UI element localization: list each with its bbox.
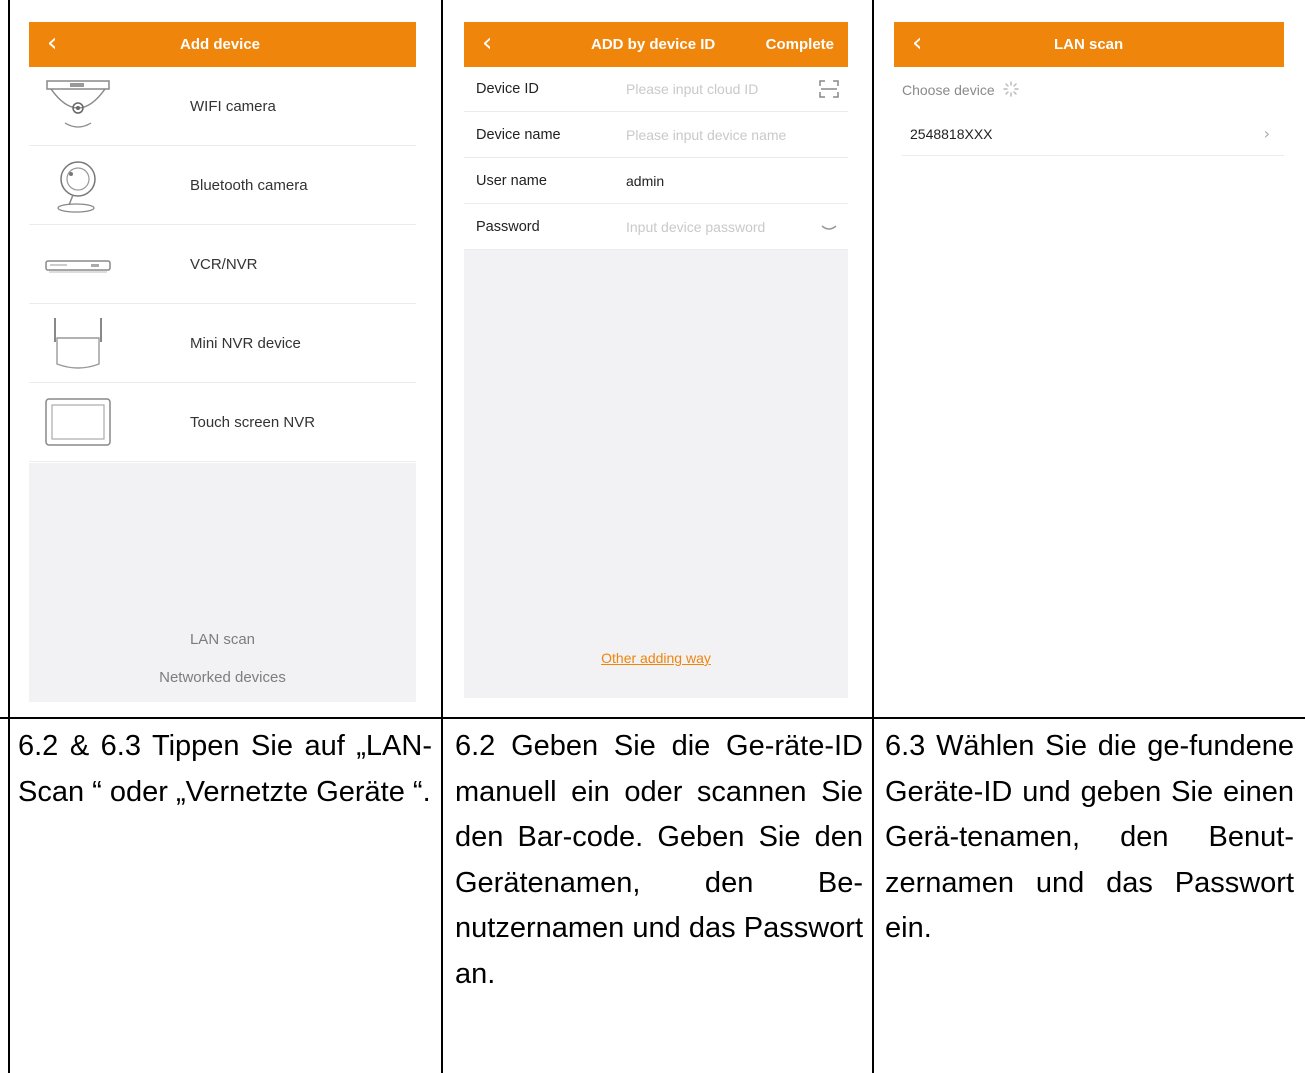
mini-nvr-icon (54, 318, 102, 369)
wifi-camera-icon (46, 80, 110, 128)
touch-screen-nvr-icon (45, 398, 111, 446)
device-type-item[interactable]: Bluetooth camera (29, 146, 416, 225)
user-name-label: User name (476, 173, 547, 189)
password-label: Password (476, 219, 540, 235)
choose-device-label: Choose device (902, 82, 995, 98)
device-type-label: VCR/NVR (190, 256, 258, 273)
bluetooth-camera-icon (57, 161, 96, 213)
device-name-field[interactable]: Please input device name (626, 112, 786, 158)
chevron-left-icon[interactable]: ‹ (912, 28, 922, 58)
password-row: Password Input device password (464, 204, 848, 250)
add-device-header: ‹ Add device (29, 22, 416, 67)
complete-button[interactable]: Complete (766, 22, 834, 67)
add-device-footer-area: LAN scan Networked devices (29, 463, 416, 702)
caption-left: 6.2 & 6.3 Tippen Sie auf „LAN-Scan “ ode… (18, 730, 432, 808)
caption-middle: 6.2 Geben Sie die Ge-räte-ID manuell ein… (455, 730, 863, 990)
lan-scan-screen: ‹ LAN scan Choose device 2548818XXX › (894, 22, 1284, 698)
choose-device-row: Choose device (902, 78, 1019, 102)
device-type-item[interactable]: WIFI camera (29, 67, 416, 146)
device-type-label: Bluetooth camera (190, 177, 308, 194)
device-id-field[interactable]: Please input cloud ID (626, 66, 758, 112)
device-type-label: Mini NVR device (190, 335, 301, 352)
lan-scan-header: ‹ LAN scan (894, 22, 1284, 67)
spinner-icon (1003, 81, 1019, 97)
add-by-id-body: Other adding way (464, 250, 848, 698)
page-title: Add device (180, 36, 261, 53)
add-by-id-header: ‹ ADD by device ID Complete (464, 22, 848, 67)
device-id-label: Device ID (476, 81, 539, 97)
list-item[interactable]: 2548818XXX › (902, 116, 1284, 156)
table-row-divider (0, 717, 1305, 719)
device-type-item[interactable]: VCR/NVR (29, 225, 416, 304)
chevron-left-icon[interactable]: ‹ (47, 28, 57, 58)
device-type-item[interactable]: Touch screen NVR (29, 383, 416, 462)
networked-devices-link[interactable]: Networked devices (29, 669, 416, 686)
vcr-nvr-icon (45, 260, 111, 273)
add-by-id-screen: ‹ ADD by device ID Complete Device ID Pl… (464, 22, 848, 698)
other-adding-way-link[interactable]: Other adding way (464, 650, 848, 666)
caption-right: 6.3 Wählen Sie die ge-fundene Geräte-ID … (885, 730, 1294, 944)
device-name-row: Device name Please input device name (464, 112, 848, 158)
add-device-screen: ‹ Add device WIFI camera Bluetooth camer… (29, 22, 416, 702)
password-field[interactable]: Input device password (626, 204, 765, 250)
device-type-item[interactable]: Mini NVR device (29, 304, 416, 383)
user-name-field[interactable]: admin (626, 158, 664, 204)
chevron-left-icon[interactable]: ‹ (482, 28, 492, 58)
page-title: LAN scan (1054, 36, 1124, 53)
table-border-left (8, 0, 10, 1073)
table-divider-1 (441, 0, 443, 1073)
device-id-row: Device ID Please input cloud ID (464, 66, 848, 112)
chevron-right-icon: › (1263, 124, 1270, 143)
user-name-row: User name admin (464, 158, 848, 204)
lan-scan-link[interactable]: LAN scan (29, 631, 416, 648)
scan-icon[interactable] (818, 79, 840, 99)
device-type-label: Touch screen NVR (190, 414, 316, 431)
table-divider-2 (872, 0, 874, 1073)
device-name-label: Device name (476, 127, 561, 143)
page-title: ADD by device ID (591, 36, 716, 53)
device-type-label: WIFI camera (190, 98, 276, 115)
device-id-value: 2548818XXX (910, 126, 993, 142)
eye-closed-icon[interactable] (818, 217, 840, 237)
